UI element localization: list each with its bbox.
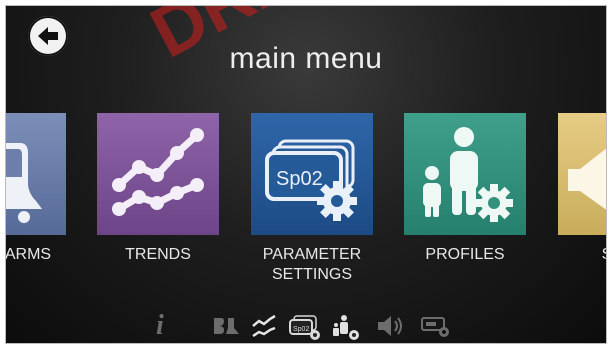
page-title: main menu <box>229 42 383 75</box>
sound-icon[interactable] <box>376 314 406 338</box>
main-menu-screen: DRAFT main menu ARMS TRENDS <box>5 5 607 344</box>
speaker-icon <box>568 148 606 210</box>
profiles-family-icon <box>423 127 513 222</box>
profiles-label: PROFILES <box>425 246 505 263</box>
svg-text:Sp02: Sp02 <box>276 168 323 190</box>
parameter-settings-label: PARAMETER SETTINGS <box>262 246 362 283</box>
trends-icon[interactable] <box>250 314 278 340</box>
trends-label: TRENDS <box>125 246 191 263</box>
sound-tile[interactable] <box>558 113 606 235</box>
spo2-settings-icon: Sp02 <box>265 139 357 221</box>
info-icon[interactable]: i <box>156 310 164 342</box>
trends-tile[interactable] <box>97 113 219 235</box>
device-settings-icon[interactable] <box>420 314 450 338</box>
alarm-bell-icon <box>6 143 42 223</box>
parameter-settings-tile[interactable]: Sp02 <box>251 113 373 235</box>
profiles-icon[interactable] <box>332 314 362 342</box>
svg-text:Sp02: Sp02 <box>293 326 309 333</box>
sound-label: SOU <box>539 245 606 265</box>
profiles-tile[interactable] <box>404 113 526 235</box>
trends-graph-icon <box>112 128 204 216</box>
alarm-silence-icon[interactable] <box>212 314 240 338</box>
bottom-icon-bar: i Sp02 <box>6 310 606 343</box>
alarms-tile[interactable] <box>6 113 66 235</box>
parameter-settings-icon[interactable]: Sp02 <box>288 314 322 340</box>
